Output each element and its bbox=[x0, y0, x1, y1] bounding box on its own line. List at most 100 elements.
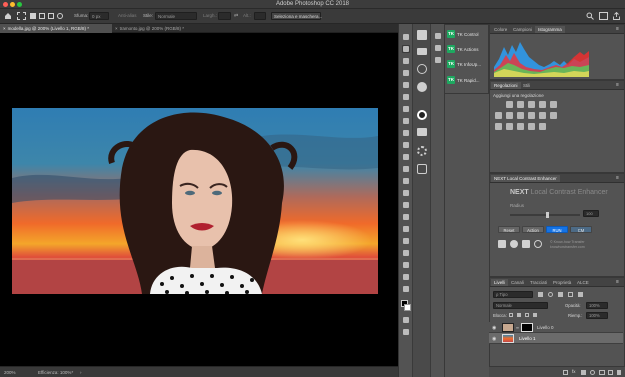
cm-button[interactable]: CM bbox=[570, 226, 592, 233]
zoom-tool-icon[interactable] bbox=[402, 273, 410, 281]
rectangle-tool-icon[interactable] bbox=[402, 249, 410, 257]
next-icon-info[interactable] bbox=[534, 240, 542, 248]
tab-colore[interactable]: Colore bbox=[491, 26, 510, 33]
info-arrow-icon[interactable]: › bbox=[80, 370, 82, 375]
next-icon-gear[interactable] bbox=[510, 240, 518, 248]
settings-gear-icon[interactable] bbox=[417, 146, 427, 156]
adjustment-layer-icon[interactable] bbox=[590, 370, 595, 375]
frame-tool-icon[interactable] bbox=[402, 93, 410, 101]
tab-istogramma[interactable]: Istogramma bbox=[535, 26, 565, 33]
invert-icon[interactable] bbox=[495, 123, 502, 130]
plugin-item[interactable]: TK TK Control bbox=[447, 30, 489, 39]
screen-mode-icon[interactable] bbox=[402, 328, 410, 336]
history-icon[interactable] bbox=[417, 64, 427, 74]
brush-presets-icon[interactable] bbox=[417, 48, 427, 55]
magic-wand-tool-icon[interactable] bbox=[402, 69, 410, 77]
add-mask-icon[interactable] bbox=[581, 370, 586, 375]
tab-tramonto[interactable]: × tramonto.jpg @ 200% (RGB/8) * bbox=[112, 24, 222, 33]
tab-stili[interactable]: Stili bbox=[520, 82, 533, 89]
fx-icon[interactable]: fx bbox=[572, 369, 576, 374]
color-picker-panel-icon[interactable] bbox=[417, 128, 427, 136]
stile-select[interactable]: Normale bbox=[155, 12, 197, 20]
antialias-checkbox[interactable]: Anti-alias bbox=[118, 13, 137, 18]
color-lookup-icon[interactable] bbox=[550, 112, 557, 119]
layer-name[interactable]: Livello 0 bbox=[537, 325, 554, 330]
lasso-tool-icon[interactable] bbox=[402, 57, 410, 65]
tab-regolazioni[interactable]: Regolazioni bbox=[491, 82, 521, 89]
marquee-tool-preset-icon[interactable] bbox=[17, 12, 26, 20]
layer-kind-filter[interactable]: ρ Tipo bbox=[493, 291, 533, 298]
history-brush-tool-icon[interactable] bbox=[402, 153, 410, 161]
exposure-icon[interactable] bbox=[417, 110, 427, 120]
tab-next[interactable]: NEXT Local Contrast Enhancer bbox=[491, 175, 560, 182]
panel-menu-icon[interactable]: ≡ bbox=[616, 175, 619, 181]
tab-livelli[interactable]: Livelli bbox=[491, 279, 509, 286]
lock-icons[interactable] bbox=[509, 313, 549, 318]
home-icon[interactable] bbox=[4, 12, 12, 20]
plugin-icon[interactable] bbox=[417, 164, 427, 174]
gradient-map-icon[interactable] bbox=[528, 123, 535, 130]
tab-tracciati[interactable]: Tracciati bbox=[527, 279, 550, 286]
actions-icon[interactable] bbox=[417, 82, 427, 92]
document-info[interactable]: Efficienza: 100%* bbox=[38, 370, 73, 375]
website-link[interactable]: knowhowtransfer.com bbox=[550, 245, 585, 249]
subtract-selection-icon[interactable] bbox=[48, 13, 54, 19]
tab-modella[interactable]: × modella.jpg @ 200% (Livello 1, RGB/8) * bbox=[0, 24, 112, 33]
pen-tool-icon[interactable] bbox=[402, 213, 410, 221]
exposure-adjust-icon[interactable] bbox=[539, 101, 546, 108]
eraser-tool-icon[interactable] bbox=[402, 165, 410, 173]
glyphs-panel-icon[interactable] bbox=[434, 56, 442, 64]
search-icon[interactable] bbox=[586, 12, 594, 20]
levels-icon[interactable] bbox=[517, 101, 524, 108]
gradient-tool-icon[interactable] bbox=[402, 177, 410, 185]
eyedropper-tool-icon[interactable] bbox=[402, 105, 410, 113]
select-and-mask-button[interactable]: Seleziona e maschera... bbox=[271, 12, 322, 20]
character-panel-icon[interactable] bbox=[434, 32, 442, 40]
tab-alce[interactable]: ALCE bbox=[574, 279, 592, 286]
color-balance-icon[interactable] bbox=[506, 112, 513, 119]
share-icon[interactable] bbox=[613, 11, 620, 20]
visibility-eye-icon[interactable]: ◉ bbox=[492, 336, 496, 342]
plugin-item[interactable]: TK TK Actions bbox=[447, 45, 489, 54]
run-button[interactable]: RUN bbox=[546, 226, 568, 233]
brightness-contrast-icon[interactable] bbox=[506, 101, 513, 108]
workspace-icon[interactable] bbox=[599, 12, 608, 20]
next-icon-1[interactable] bbox=[498, 240, 506, 248]
largh-input[interactable] bbox=[218, 12, 231, 20]
curves-icon[interactable] bbox=[528, 101, 535, 108]
panel-menu-icon[interactable]: ≡ bbox=[616, 82, 619, 88]
plugin-item[interactable]: TK TK Rapid... bbox=[447, 76, 489, 85]
vibrance-icon[interactable] bbox=[550, 101, 557, 108]
radius-slider-thumb[interactable] bbox=[546, 212, 549, 218]
link-layers-icon[interactable] bbox=[563, 370, 568, 375]
tab-close-icon[interactable]: × bbox=[3, 26, 6, 31]
panel-menu-icon[interactable]: ≡ bbox=[616, 26, 619, 32]
fill-input[interactable]: 100% bbox=[586, 312, 608, 319]
tab-campioni[interactable]: Campioni bbox=[510, 26, 535, 33]
swap-icon[interactable]: ⇄ bbox=[234, 13, 240, 19]
background-color-swatch[interactable] bbox=[404, 304, 411, 311]
radius-input[interactable]: 100 bbox=[583, 210, 599, 217]
tab-close-icon[interactable]: × bbox=[115, 26, 118, 31]
clone-stamp-tool-icon[interactable] bbox=[402, 141, 410, 149]
tk-plugin-icon[interactable] bbox=[417, 30, 427, 40]
tab-proprieta[interactable]: Proprietà bbox=[550, 279, 574, 286]
filter-icons[interactable] bbox=[538, 292, 598, 297]
opacity-input[interactable]: 100% bbox=[586, 302, 608, 309]
crop-tool-icon[interactable] bbox=[402, 81, 410, 89]
panel-menu-icon[interactable]: ≡ bbox=[616, 279, 619, 285]
dodge-tool-icon[interactable] bbox=[402, 201, 410, 209]
posterize-icon[interactable] bbox=[506, 123, 513, 130]
threshold-icon[interactable] bbox=[517, 123, 524, 130]
tab-canali[interactable]: Canali bbox=[508, 279, 527, 286]
visibility-eye-icon[interactable]: ◉ bbox=[492, 325, 496, 331]
plugin-item[interactable]: TK TK InfoUp... bbox=[447, 60, 489, 69]
channel-mixer-icon[interactable] bbox=[539, 112, 546, 119]
path-selection-tool-icon[interactable] bbox=[402, 237, 410, 245]
blend-mode-select[interactable]: Normale bbox=[493, 302, 548, 309]
action-button[interactable]: Action bbox=[522, 226, 544, 233]
new-selection-icon[interactable] bbox=[30, 13, 36, 19]
type-tool-icon[interactable] bbox=[402, 225, 410, 233]
move-tool-icon[interactable] bbox=[402, 33, 410, 41]
trash-icon[interactable] bbox=[617, 370, 621, 375]
